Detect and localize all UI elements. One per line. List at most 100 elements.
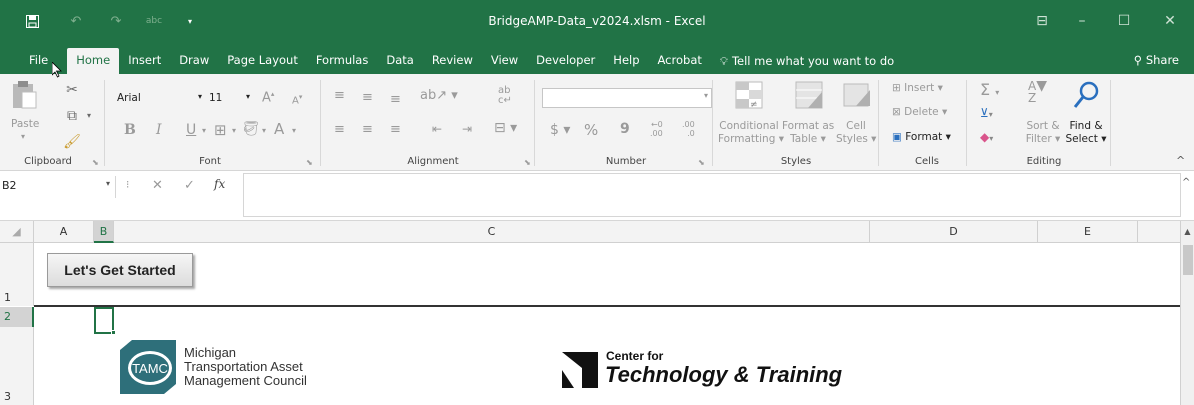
- font-color-icon[interactable]: A: [274, 120, 284, 138]
- fill-icon[interactable]: ⊻▾: [980, 106, 993, 120]
- name-box[interactable]: B2 ▾: [0, 176, 116, 198]
- tell-me-search[interactable]: 💡︎ Tell me what you want to do: [711, 48, 903, 74]
- align-left-icon[interactable]: ≡: [334, 122, 345, 137]
- formula-input[interactable]: [243, 173, 1181, 217]
- wrap-text-icon[interactable]: ab c↵: [498, 86, 512, 106]
- column-header-b[interactable]: B: [94, 221, 114, 243]
- orientation-icon[interactable]: ab↗ ▾: [420, 88, 458, 103]
- format-painter-icon[interactable]: 🖌︎: [62, 132, 82, 152]
- decrease-indent-icon[interactable]: ⇤: [432, 122, 442, 136]
- align-center-icon[interactable]: ≡: [362, 122, 373, 137]
- tab-developer[interactable]: Developer: [527, 48, 604, 74]
- chevron-down-icon[interactable]: ▾: [292, 126, 296, 135]
- insert-cells-button[interactable]: ⊞ Insert ▾: [892, 82, 943, 94]
- tamc-wordmark: Michigan Transportation Asset Management…: [184, 345, 307, 388]
- insert-function-icon[interactable]: fx: [214, 177, 225, 191]
- tab-formulas[interactable]: Formulas: [307, 48, 378, 74]
- magnifier-icon: [1073, 81, 1099, 108]
- alignment-launcher-icon[interactable]: ⬊: [524, 158, 531, 167]
- autosum-icon[interactable]: Σ ▾: [980, 80, 999, 99]
- tab-review[interactable]: Review: [423, 48, 482, 74]
- fill-handle[interactable]: [111, 330, 116, 335]
- paste-dropdown-icon[interactable]: ▾: [21, 132, 25, 141]
- number-launcher-icon[interactable]: ⬊: [698, 158, 705, 167]
- comma-format-icon[interactable]: 9: [620, 121, 630, 137]
- font-launcher-icon[interactable]: ⬊: [306, 158, 313, 167]
- vertical-scrollbar[interactable]: [1180, 243, 1194, 405]
- ctt-top-text: Center for: [606, 349, 664, 363]
- row-header-2[interactable]: 2: [0, 307, 34, 327]
- clipboard-launcher-icon[interactable]: ⬊: [92, 158, 99, 167]
- sort-filter-button[interactable]: A▼ Z Sort & Filter ▾: [1022, 78, 1064, 150]
- group-label-clipboard: Clipboard: [24, 156, 72, 167]
- borders-icon[interactable]: ⊞: [214, 121, 227, 139]
- fill-color-icon[interactable]: 🪣︎: [242, 121, 260, 137]
- bold-button[interactable]: B: [124, 122, 136, 138]
- shrink-font-icon[interactable]: A▾: [292, 93, 302, 106]
- align-bottom-icon[interactable]: ≡: [390, 92, 401, 107]
- tab-page-layout[interactable]: Page Layout: [218, 48, 307, 74]
- underline-button[interactable]: U: [186, 122, 196, 138]
- ribbon-separator: [534, 80, 535, 166]
- align-top-icon[interactable]: ≡: [334, 88, 345, 103]
- font-name-combo[interactable]: Arial ▾: [114, 90, 204, 110]
- cut-icon[interactable]: ✂: [62, 80, 82, 100]
- font-size-combo[interactable]: 11 ▾: [206, 90, 252, 110]
- find-select-button[interactable]: Find & Select ▾: [1064, 80, 1108, 150]
- increase-indent-icon[interactable]: ⇥: [462, 122, 472, 136]
- align-middle-icon[interactable]: ≡: [362, 90, 373, 105]
- collapse-ribbon-icon[interactable]: ^: [1176, 154, 1185, 167]
- lightbulb-icon: 💡︎: [719, 54, 728, 68]
- cell-styles-button[interactable]: Cell Styles ▾: [836, 80, 876, 150]
- tab-help[interactable]: Help: [604, 48, 648, 74]
- tab-draw[interactable]: Draw: [170, 48, 218, 74]
- lets-get-started-button[interactable]: Let's Get Started: [47, 253, 193, 287]
- title-bar: ↶ ↷ abc ▾ BridgeAMP-Data_v2024.xlsm - Ex…: [0, 0, 1194, 48]
- column-header-d[interactable]: D: [870, 221, 1038, 243]
- ribbon-display-options-icon[interactable]: ⊟: [1022, 8, 1062, 34]
- copy-dropdown-icon[interactable]: ▾: [84, 108, 94, 122]
- minimize-icon[interactable]: –: [1062, 8, 1102, 34]
- align-right-icon[interactable]: ≡: [390, 122, 401, 137]
- column-header-a[interactable]: A: [34, 221, 94, 243]
- format-as-table-button[interactable]: Format as Table ▾: [782, 80, 834, 150]
- decrease-decimal-icon[interactable]: .00.0: [682, 120, 695, 138]
- number-format-combo[interactable]: ▾: [542, 88, 712, 108]
- tab-home[interactable]: Home: [67, 48, 120, 74]
- conditional-formatting-button[interactable]: ≠ Conditional Formatting ▾: [718, 80, 784, 150]
- currency-format-icon[interactable]: $ ▾: [550, 122, 570, 138]
- tab-view[interactable]: View: [482, 48, 527, 74]
- grow-font-icon[interactable]: A▴: [262, 90, 274, 105]
- row-header-3[interactable]: 3: [0, 327, 34, 405]
- tab-data[interactable]: Data: [377, 48, 422, 74]
- merge-center-icon[interactable]: ⊟ ▾: [494, 120, 517, 136]
- copy-icon[interactable]: ⧉: [62, 106, 82, 126]
- tab-insert[interactable]: Insert: [119, 48, 170, 74]
- paste-button[interactable]: Paste ▾: [8, 80, 44, 146]
- ribbon-separator: [104, 80, 105, 166]
- expand-formula-bar-icon[interactable]: ^: [1182, 177, 1190, 188]
- chevron-down-icon[interactable]: ▾: [202, 126, 206, 135]
- chevron-down-icon[interactable]: ▾: [232, 126, 236, 135]
- confirm-entry-icon[interactable]: ✓: [184, 178, 195, 193]
- share-button[interactable]: ⚲ Share: [1125, 48, 1188, 74]
- select-all-icon[interactable]: ◢: [0, 221, 34, 243]
- percent-format-icon[interactable]: %: [584, 121, 598, 139]
- scroll-up-icon[interactable]: ▲: [1180, 221, 1194, 243]
- maximize-icon[interactable]: ☐: [1104, 8, 1144, 34]
- tab-acrobat[interactable]: Acrobat: [649, 48, 711, 74]
- scrollbar-thumb[interactable]: [1183, 245, 1193, 275]
- ribbon-tabs: File Home Insert Draw Page Layout Formul…: [0, 48, 1194, 74]
- cancel-entry-icon[interactable]: ✕: [152, 178, 163, 193]
- delete-cells-button[interactable]: ⊠ Delete ▾: [892, 106, 947, 118]
- clear-icon[interactable]: ◆▾: [980, 130, 993, 144]
- row-header-1[interactable]: 1: [0, 243, 34, 306]
- italic-button[interactable]: I: [156, 122, 162, 138]
- close-icon[interactable]: ✕: [1146, 8, 1194, 34]
- sort-filter-icon: A▼ Z: [1028, 78, 1047, 105]
- format-cells-button[interactable]: ▣ Format ▾: [892, 131, 951, 143]
- increase-decimal-icon[interactable]: ←0.00: [650, 120, 663, 138]
- chevron-down-icon[interactable]: ▾: [262, 126, 266, 135]
- column-header-c[interactable]: C: [114, 221, 870, 243]
- column-header-e[interactable]: E: [1038, 221, 1138, 243]
